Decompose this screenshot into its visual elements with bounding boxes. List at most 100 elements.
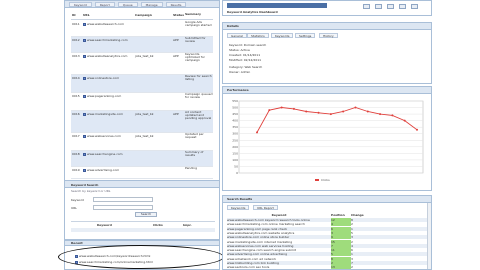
header-id[interactable]: ID [71,13,83,19]
line-chart: 0 50 100 150 200 250 300 350 400 450 500 550 Clicks [232,99,424,182]
row-url[interactable]: www.websitesearch.com [87,22,124,26]
plot-area [238,100,424,174]
tab-keyword[interactable]: Keyword [69,2,92,7]
table-row[interactable]: 0016 www.marketingsite.com jobs_test_bk … [71,111,213,133]
toolbar-button[interactable] [387,4,394,9]
results-col-keyword[interactable]: Keyword [227,213,331,217]
grid-header: ID URL Campaign Status Summary [71,12,213,20]
keyword-input[interactable] [93,197,153,202]
row-id: 0013 [72,54,80,58]
row-url[interactable]: www.webservices.com [87,134,121,138]
table-row[interactable]: 0017 www.webservices.com jobs_test_bk Up… [71,133,213,151]
details-title: Details [227,24,239,28]
data-point [280,106,283,109]
table-row[interactable]: 0012 www.searchmarketing.com APP Submitt… [71,37,213,53]
row-url[interactable]: www.searchmarketing.com [87,38,128,42]
results-col-position[interactable]: Position [331,213,351,217]
row-summary: Campaign queued for review [185,93,213,100]
details-panel: Details General Statistics Keywords Sett… [222,22,432,84]
header-summary[interactable]: Summary [185,12,213,19]
row-url[interactable]: www.advertising.com [87,168,119,172]
row-url[interactable]: www.onlinestore.com [87,76,119,80]
url-input[interactable] [93,205,153,210]
tab-results[interactable]: Results [165,2,187,7]
tab-manage[interactable]: Manage [140,2,163,7]
table-row[interactable]: 0011 www.websitesearch.com Google Ads ca… [71,21,213,37]
row-url-cell: www.searchmarketing.com [83,37,135,42]
row-url[interactable]: www.websiteanalytics.com [87,54,127,58]
toolbar-button[interactable] [399,4,406,9]
highlight-circle [58,245,224,269]
data-point [342,110,345,113]
toolbar-button[interactable] [363,4,370,9]
data-point [305,110,308,113]
row-url[interactable]: www.searchengine.com [87,152,123,156]
link-icon [83,22,86,26]
results-title: Search Results [227,197,253,201]
details-header [223,23,431,30]
row-url[interactable]: www.marketingsite.com [87,112,123,116]
table-row[interactable]: www.seotools.com seo tools 13 2 [227,265,427,269]
tab-report[interactable]: Report [94,2,115,7]
top-toolbar: Keyword Analytics Dashboard [222,0,432,16]
row-summary: Summary of results [185,151,204,158]
table-row[interactable]: 0018 www.searchengine.com Summary of res… [71,151,213,167]
y-tick-label: 300 [232,132,238,136]
search-subtitle: Search by keyword or URL [71,189,111,193]
detail-field: Owner: Admin [229,70,251,74]
search-button[interactable]: Search [135,212,157,217]
tab-statistics[interactable]: Statistics [247,33,269,38]
link-icon [83,38,86,42]
row-url[interactable]: www.pageranking.com [87,94,121,98]
row-status: APP [173,38,179,42]
data-point [366,110,369,113]
link-icon [83,134,86,138]
keyword-search-panel: Keyword Search Search by keyword or URL … [64,180,220,240]
results-col-change[interactable]: Change [351,213,365,217]
detail-field: Created: 01/14/2011 [229,53,261,57]
y-tick-label: 400 [232,119,238,123]
results-scrollbar[interactable] [427,203,431,269]
campaign-rows: 0011 www.websitesearch.com Google Ads ca… [71,21,213,179]
row-summary: Pending [185,167,197,170]
tab-keywords[interactable]: Keywords [271,33,294,38]
table-row[interactable]: 0015 www.pageranking.com Campaign queued… [71,93,213,111]
row-summary: Ad content updated and pending approval [185,111,212,121]
header-url[interactable]: URL [83,13,135,19]
tab-general[interactable]: General [227,33,247,38]
y-tick-label: 350 [232,125,238,129]
tab-history[interactable]: History [319,33,338,38]
table-row[interactable]: 0019 www.advertising.com Pending [71,167,213,179]
link-icon [83,54,86,58]
row-campaign: jobs_test_bk [135,112,154,116]
row-id: 0015 [72,94,80,98]
result-keyword: www.seotools.com seo tools [227,265,270,270]
data-point [268,109,271,112]
detail-field: Status: Active [229,48,250,52]
table-row[interactable]: 0013 www.websiteanalytics.com jobs_test_… [71,53,213,75]
y-tick-label: 250 [232,138,238,142]
row-id: 0011 [72,22,80,26]
tab-queue[interactable]: Queue [117,2,138,7]
table-row[interactable]: 0014 www.onlinestore.com Review for sear… [71,75,213,93]
search-result-row[interactable] [71,228,215,232]
y-tick-label: 0 [236,171,238,175]
header-status[interactable]: Status [173,13,185,19]
legend-swatch [315,179,319,181]
data-point [391,114,394,117]
header-campaign[interactable]: Campaign [135,13,173,19]
dashboard-title: Keyword Analytics Dashboard [227,10,278,14]
tab-settings[interactable]: Settings [295,33,316,38]
search-results-panel: Search Results Keywords URL Report Keywo… [222,195,432,270]
data-point [292,107,295,110]
toolbar-button[interactable] [375,4,382,9]
data-point [416,128,418,131]
row-id: 0019 [72,168,80,172]
row-url-cell: www.websitesearch.com [83,21,135,26]
data-point [256,131,258,134]
left-tabs: Keyword Report Queue Manage Results [69,2,187,7]
row-id: 0016 [72,112,80,116]
toolbar-button[interactable] [411,4,418,9]
tab-url-report[interactable]: URL Report [253,205,278,210]
tab-keywords-report[interactable]: Keywords [227,205,250,210]
